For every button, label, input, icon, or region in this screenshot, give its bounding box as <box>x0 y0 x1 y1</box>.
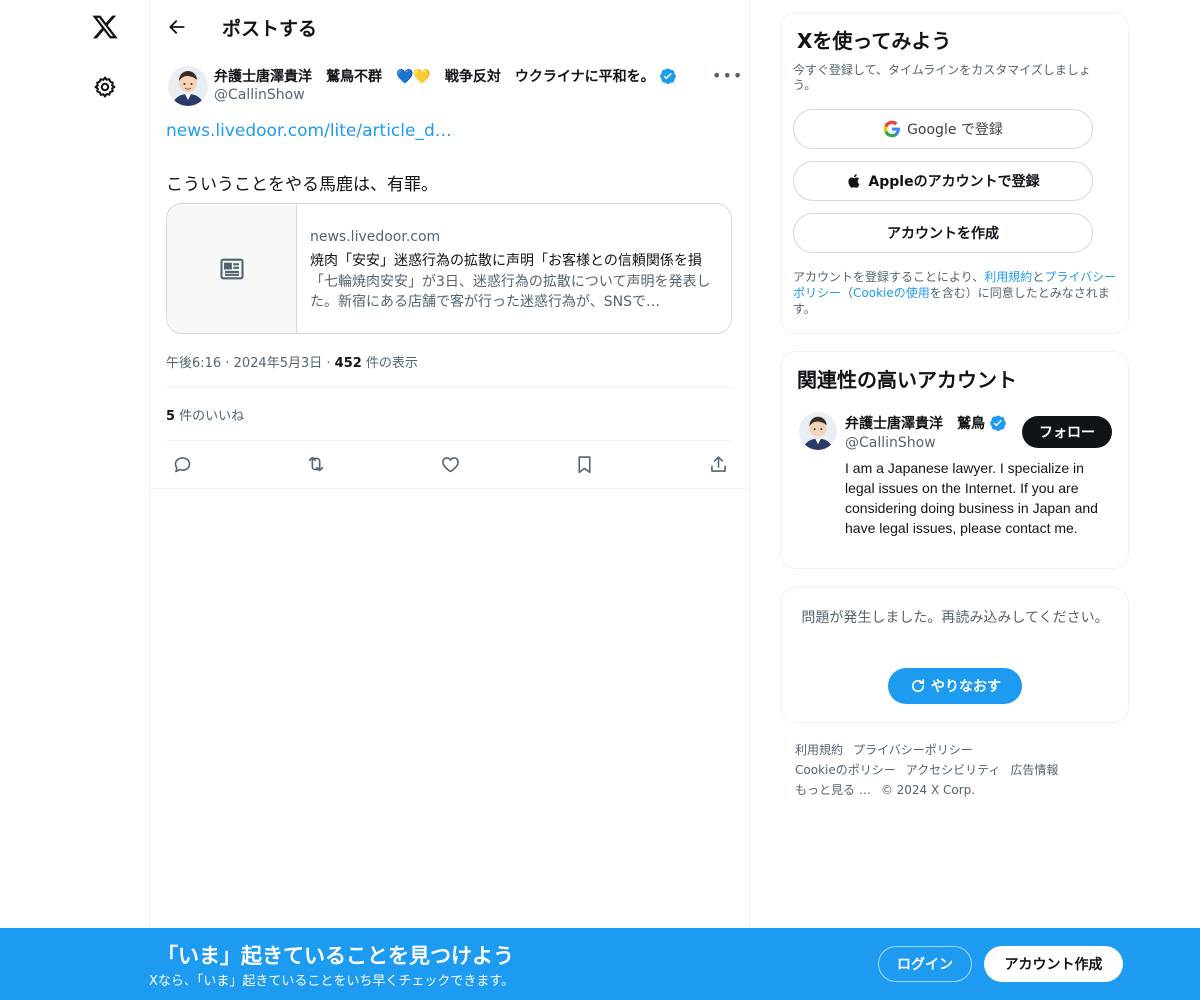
likes-label: 件のいいね <box>175 409 245 424</box>
page-title: ポストする <box>222 18 318 40</box>
related-account-name-text: 弁護士唐澤貴洋 鷲鳥 <box>845 416 985 432</box>
more-options-icon[interactable]: ••• <box>712 66 743 85</box>
left-nav <box>0 0 150 1000</box>
footer-links: 利用規約 プライバシーポリシー Cookieのポリシー アクセシビリティ 広告情報 も… <box>795 740 1115 800</box>
card-title: 焼肉「安安」迷惑行為の拡散に声明「お客様との信頼関係を損 <box>310 253 702 269</box>
google-signup-button[interactable]: Google で登録 <box>793 109 1093 149</box>
refresh-icon <box>909 677 927 695</box>
follow-button[interactable]: フォロー <box>1022 416 1112 448</box>
main-column: ポストする 弁護士唐澤貴洋 鷲鳥不群 💙💛 戦争反対 ウクライナに平和を。 ••… <box>149 0 750 1000</box>
reply-icon[interactable] <box>166 448 198 480</box>
login-button[interactable]: ログイン <box>878 946 972 982</box>
google-signup-suffix: で登録 <box>956 122 1003 138</box>
divider <box>150 488 750 489</box>
like-heart-icon[interactable] <box>434 448 466 480</box>
google-logo-icon <box>883 120 901 138</box>
article-link[interactable]: news.livedoor.com/lite/article_d… <box>166 121 452 141</box>
create-account-label: アカウントを作成 <box>887 226 999 242</box>
google-brand-text: Google <box>907 122 957 138</box>
footer-terms-link[interactable]: 利用規約 <box>795 743 843 757</box>
bottom-signup-bar: 「いま」起きていることを見つけよう Xなら、「いま」起きていることをいち早くチェ… <box>0 928 1200 1000</box>
footer-copyright: © 2024 X Corp. <box>880 783 976 797</box>
retry-button[interactable]: やりなおす <box>888 668 1022 704</box>
x-logo-icon[interactable] <box>89 11 121 43</box>
gear-icon[interactable] <box>92 74 118 100</box>
verified-badge-icon <box>659 67 677 85</box>
avatar[interactable] <box>799 412 837 450</box>
views-count: 452 <box>334 356 362 371</box>
likes-count: 5 <box>166 409 176 424</box>
views-label: 件の表示 <box>361 356 418 371</box>
bottom-bar-title: 「いま」起きていることを見つけよう <box>157 944 514 968</box>
link-card[interactable]: news.livedoor.com 焼肉「安安」迷惑行為の拡散に声明「お客様との… <box>166 203 732 334</box>
back-arrow-icon[interactable] <box>164 14 190 40</box>
signup-panel-title: Xを使ってみよう <box>797 29 952 53</box>
divider <box>166 387 732 388</box>
legal-and: と <box>1032 270 1045 284</box>
retry-label: やりなおす <box>931 679 1001 695</box>
share-icon[interactable] <box>702 448 734 480</box>
repost-icon[interactable] <box>300 448 332 480</box>
signup-panel: Xを使ってみよう 今すぐ登録して、タイムラインをカスタマイズしましょう。 Goo… <box>780 12 1129 334</box>
apple-logo-icon <box>846 172 862 190</box>
legal-notice: アカウントを登録することにより、利用規約とプライバシーポリシー（Cookieの使… <box>793 269 1118 317</box>
footer-ads-link[interactable]: 広告情報 <box>1010 763 1058 777</box>
divider <box>166 440 732 441</box>
news-article-icon <box>167 204 297 333</box>
cookie-link[interactable]: Cookieの使用 <box>853 286 930 300</box>
footer-accessibility-link[interactable]: アクセシビリティ <box>906 763 1001 777</box>
legal-mid: （ <box>841 286 854 300</box>
apple-signup-label: Appleのアカウントで登録 <box>868 174 1040 190</box>
post-meta: 午後6:16 · 2024年5月3日 · 452 件の表示 <box>166 356 418 371</box>
header: ポストする <box>150 0 750 54</box>
card-description: 「七輪焼肉安安」が3日、迷惑行為の拡散について声明を発表した。新宿にある店舗で客… <box>310 274 711 310</box>
terms-link[interactable]: 利用規約 <box>984 270 1032 284</box>
author-handle[interactable]: @CallinShow <box>214 87 305 103</box>
post-text: こういうことをやる馬鹿は、有罪。 <box>166 175 438 195</box>
bottom-bar-subtitle: Xなら、「いま」起きていることをいち早くチェックできます。 <box>149 974 515 989</box>
author-name[interactable]: 弁護士唐澤貴洋 鷲鳥不群 💙💛 戦争反対 ウクライナに平和を。 <box>214 66 677 86</box>
likes-stat[interactable]: 5 件のいいね <box>166 405 244 424</box>
create-account-button[interactable]: アカウントを作成 <box>793 213 1093 253</box>
related-account-handle[interactable]: @CallinShow <box>845 435 936 451</box>
related-panel-title: 関連性の高いアカウント <box>797 368 1017 392</box>
post-date[interactable]: 2024年5月3日 <box>234 356 323 371</box>
footer-cookie-link[interactable]: Cookieのポリシー <box>795 763 896 777</box>
footer-privacy-link[interactable]: プライバシーポリシー <box>853 743 973 757</box>
signup-button[interactable]: アカウント作成 <box>984 946 1123 982</box>
related-account-bio: I am a Japanese lawyer. I specialize in … <box>845 460 1098 536</box>
legal-prefix: アカウントを登録することにより、 <box>793 270 985 284</box>
post-actions <box>150 448 750 480</box>
verified-badge-icon <box>989 414 1007 432</box>
related-account-name[interactable]: 弁護士唐澤貴洋 鷲鳥 <box>845 413 1007 433</box>
post-time[interactable]: 午後6:16 <box>166 356 221 371</box>
card-domain: news.livedoor.com <box>310 229 441 245</box>
bookmark-icon[interactable] <box>568 448 600 480</box>
related-accounts-panel: 関連性の高いアカウント 弁護士唐澤貴洋 鷲鳥 @CallinShow フォロー … <box>780 351 1129 569</box>
apple-signup-button[interactable]: Appleのアカウントで登録 <box>793 161 1093 201</box>
signup-panel-subtitle: 今すぐ登録して、タイムラインをカスタマイズしましょう。 <box>793 63 1091 92</box>
error-panel: 問題が発生しました。再読み込みしてください。 やりなおす <box>780 587 1129 723</box>
error-message: 問題が発生しました。再読み込みしてください。 <box>801 610 1109 626</box>
author-name-text: 弁護士唐澤貴洋 鷲鳥不群 💙💛 戦争反対 ウクライナに平和を。 <box>214 69 655 85</box>
avatar[interactable] <box>168 66 208 106</box>
footer-more-link[interactable]: もっと見る … <box>795 783 871 797</box>
